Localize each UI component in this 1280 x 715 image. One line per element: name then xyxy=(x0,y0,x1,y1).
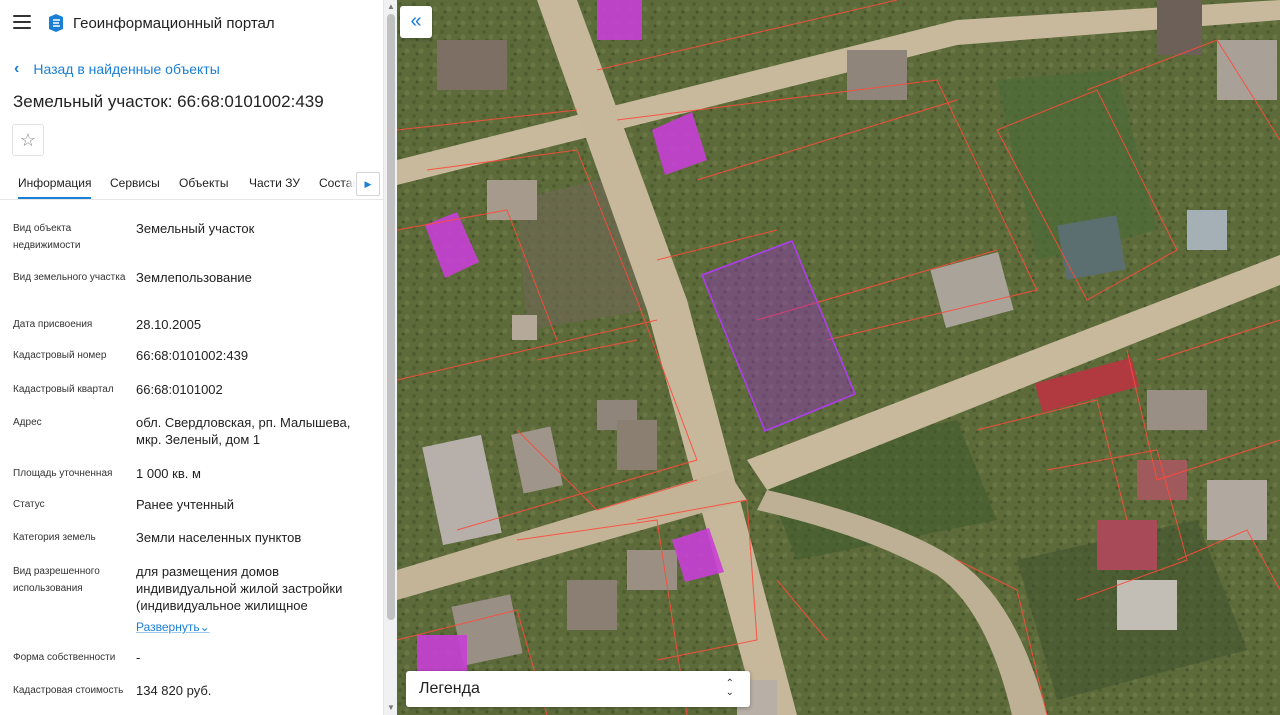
property-value: - xyxy=(136,650,141,665)
tab-composition[interactable]: Состав xyxy=(319,176,359,190)
property-value: 66:68:0101002:439 xyxy=(136,348,249,363)
chevron-updown-icon: ⌃ ⌄ xyxy=(725,678,734,698)
legend-dropdown[interactable]: Легенда ⌃ ⌄ xyxy=(406,671,750,707)
property-value: 28.10.2005 xyxy=(136,317,202,332)
page-title: Земельный участок: 66:68:0101002:439 xyxy=(13,92,324,111)
top-bar: Геоинформационный портал xyxy=(0,0,383,46)
info-panel: Геоинформационный портал ‹ Назад в найде… xyxy=(0,0,383,715)
property-value: Земельный участок xyxy=(136,221,255,236)
tab-services[interactable]: Сервисы xyxy=(110,176,160,190)
property-value: Землепользование xyxy=(136,270,252,285)
collapse-panel-button[interactable]: « xyxy=(400,6,432,38)
back-link-label: Назад в найденные объекты xyxy=(33,61,220,77)
app-title: Геоинформационный портал xyxy=(73,15,275,32)
tab-information[interactable]: Информация xyxy=(18,176,92,199)
property-label: Вид разрешенного использования xyxy=(13,566,100,594)
menu-icon[interactable] xyxy=(13,15,31,29)
property-label: Кадастровая стоимость xyxy=(13,685,124,696)
favorite-button[interactable]: ☆ xyxy=(12,124,44,156)
property-label: Кадастровый квартал xyxy=(13,384,114,395)
property-value: Ранее учтенный xyxy=(136,497,234,512)
tab-objects[interactable]: Объекты xyxy=(179,176,229,190)
property-label: Площадь уточненная xyxy=(13,468,113,479)
property-label: Кадастровый номер xyxy=(13,350,107,361)
property-label: Категория земель xyxy=(13,532,96,543)
property-label: Адрес xyxy=(13,417,42,428)
chevron-down-icon: ⌄ xyxy=(199,620,210,634)
property-value: 1 000 кв. м xyxy=(136,466,201,481)
property-value: 134 820 руб. xyxy=(136,683,212,698)
satellite-imagery xyxy=(397,0,1280,715)
property-value: Земли населенных пунктов xyxy=(136,530,302,545)
tab-bar: Информация Сервисы Объекты Части ЗУ Сост… xyxy=(0,172,383,200)
property-value: обл. Свердловская, рп. Малышева, мкр. Зе… xyxy=(136,415,351,447)
double-chevron-left-icon: « xyxy=(410,10,422,32)
property-label: Вид объекта недвижимости xyxy=(13,223,81,251)
property-label: Статус xyxy=(13,499,45,510)
map-view[interactable]: « Легенда ⌃ ⌄ xyxy=(397,0,1280,715)
expand-link[interactable]: Развернуть xyxy=(136,620,200,634)
property-label: Дата присвоения xyxy=(13,319,93,330)
property-label: Вид земельного участка xyxy=(13,272,126,283)
star-icon: ☆ xyxy=(19,130,37,150)
chevron-left-icon: ‹ xyxy=(14,60,20,77)
tabs-scroll-right-button[interactable]: ▶ xyxy=(356,172,380,196)
scroll-thumb[interactable] xyxy=(387,14,395,620)
back-link[interactable]: ‹ Назад в найденные объекты xyxy=(14,60,220,78)
caret-right-icon: ▶ xyxy=(364,179,372,189)
legend-label: Легенда xyxy=(419,680,480,697)
portal-logo-icon xyxy=(49,14,63,32)
scroll-up-icon[interactable]: ▲ xyxy=(384,0,398,14)
panel-scrollbar[interactable]: ▲ ▼ xyxy=(383,0,397,715)
property-label: Форма собственности xyxy=(13,652,116,663)
tab-parts[interactable]: Части ЗУ xyxy=(249,176,300,190)
property-value: для размещения домов индивидуальной жило… xyxy=(136,564,343,613)
scroll-down-icon[interactable]: ▼ xyxy=(384,701,398,715)
property-value: 66:68:0101002 xyxy=(136,382,223,397)
